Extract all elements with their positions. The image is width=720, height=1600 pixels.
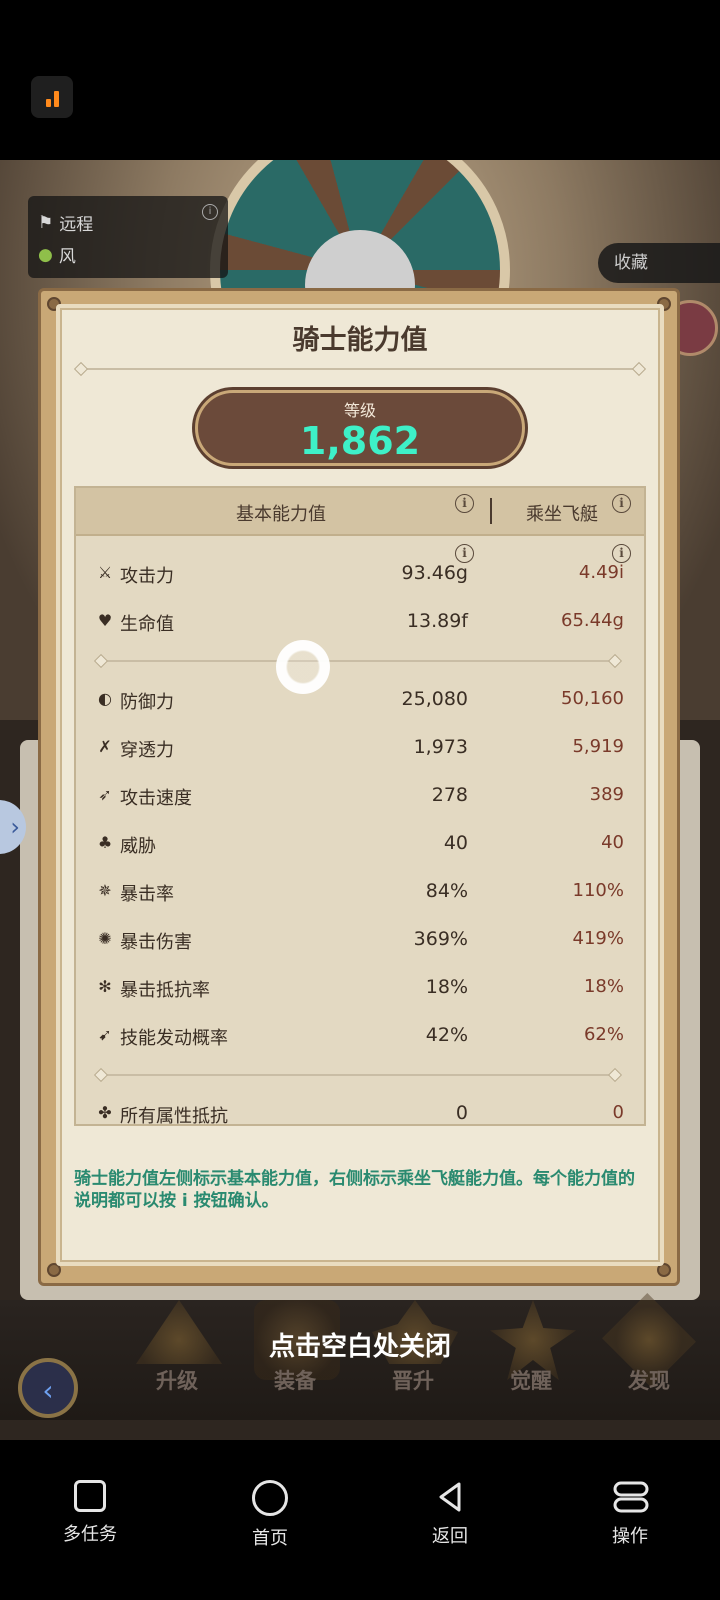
table-header: 基本能力值 i 乘坐飞艇 i [76, 488, 644, 536]
col-ride-header: 乘坐飞艇 [526, 504, 598, 525]
crit-resist-icon: ✻ [98, 977, 112, 996]
stats-table: 基本能力值 i 乘坐飞艇 i i i ⚔ 攻击力 93.46g 4.49i ♥ … [74, 486, 646, 1126]
multitask-button[interactable]: 多任务 [40, 1480, 140, 1546]
ranged-icon: ⚑ [38, 212, 54, 233]
hero-attribute-box: i ⚑ 远程 ● 风 [28, 196, 228, 278]
status-bar [0, 0, 720, 160]
all-resist-icon: ✤ [98, 1103, 112, 1122]
stat-row-pierce[interactable]: ✗ 穿透力 1,973 5,919 [76, 728, 644, 768]
crit-damage-icon: ✺ [98, 929, 112, 948]
home-button[interactable]: 首页 [220, 1480, 320, 1550]
stat-row-crit-damage[interactable]: ✺ 暴击伤害 369% 419% [76, 920, 644, 960]
nav-promote[interactable]: 晋升 [368, 1365, 458, 1395]
stat-row-hp[interactable]: ♥ 生命值 13.89f 65.44g [76, 602, 644, 642]
element-label: 风 [58, 247, 76, 267]
ride-info-icon[interactable]: i [612, 494, 631, 513]
operation-button[interactable]: 操作 [580, 1480, 680, 1548]
touch-indicator [276, 640, 330, 694]
stat-row-threat[interactable]: ♣ 威胁 40 40 [76, 824, 644, 864]
nav-awaken[interactable]: 觉醒 [486, 1365, 576, 1395]
modal-title: 骑士能力值 [292, 325, 428, 356]
stat-row-attack[interactable]: ⚔ 攻击力 93.46g 4.49i [76, 554, 644, 594]
level-value: 1,862 [299, 419, 421, 463]
level-label: 等级 [343, 401, 376, 420]
attack-speed-icon: ➶ [98, 785, 112, 804]
crit-rate-icon: ✵ [98, 881, 112, 900]
wind-icon: ● [38, 244, 53, 265]
operation-icon [613, 1480, 649, 1514]
nav-equipment[interactable]: 装备 [250, 1365, 340, 1395]
stats-explanation-note: 骑士能力值左侧标示基本能力值，右侧标示乘坐飞艇能力值。每个能力值的说明都可以按 … [74, 1169, 635, 1211]
attribute-info-icon[interactable]: i [202, 204, 218, 220]
signal-icon [31, 76, 73, 118]
stat-row-all-resist[interactable]: ✤ 所有属性抵抗 0 0 [76, 1094, 644, 1124]
stat-row-skill-trigger[interactable]: ➹ 技能发动概率 42% 62% [76, 1016, 644, 1056]
home-circle-icon [252, 1480, 288, 1516]
level-badge: 等级 1,862 [195, 390, 525, 466]
stat-row-attack-speed[interactable]: ➶ 攻击速度 278 389 [76, 776, 644, 816]
close-hint[interactable]: 点击空白处关闭 [0, 1326, 720, 1363]
multitask-icon [74, 1480, 106, 1512]
section-divider [100, 660, 616, 662]
stat-row-crit-rate[interactable]: ✵ 暴击率 84% 110% [76, 872, 644, 912]
collect-button[interactable]: 收藏 [598, 243, 720, 283]
type-label: 远程 [59, 215, 94, 235]
col-base-header: 基本能力值 [236, 504, 326, 525]
back-button[interactable]: 返回 [400, 1480, 500, 1548]
back-triangle-icon [433, 1480, 467, 1514]
pierce-icon: ✗ [98, 737, 112, 756]
title-divider [80, 368, 640, 370]
shield-icon: ◐ [98, 689, 112, 708]
back-gear-button[interactable]: ‹ [18, 1358, 78, 1418]
threat-icon: ♣ [97, 833, 113, 852]
heart-icon: ♥ [97, 611, 113, 630]
section-divider-2 [100, 1074, 616, 1076]
nav-discover[interactable]: 发现 [604, 1365, 694, 1395]
nav-upgrade[interactable]: 升级 [132, 1365, 222, 1395]
stat-row-defense[interactable]: ◐ 防御力 25,080 50,160 [76, 680, 644, 720]
base-info-icon[interactable]: i [455, 494, 474, 513]
stat-row-crit-resist[interactable]: ✻ 暴击抵抗率 18% 18% [76, 968, 644, 1008]
skill-trigger-icon: ➹ [98, 1025, 112, 1044]
sword-icon: ⚔ [97, 563, 113, 582]
